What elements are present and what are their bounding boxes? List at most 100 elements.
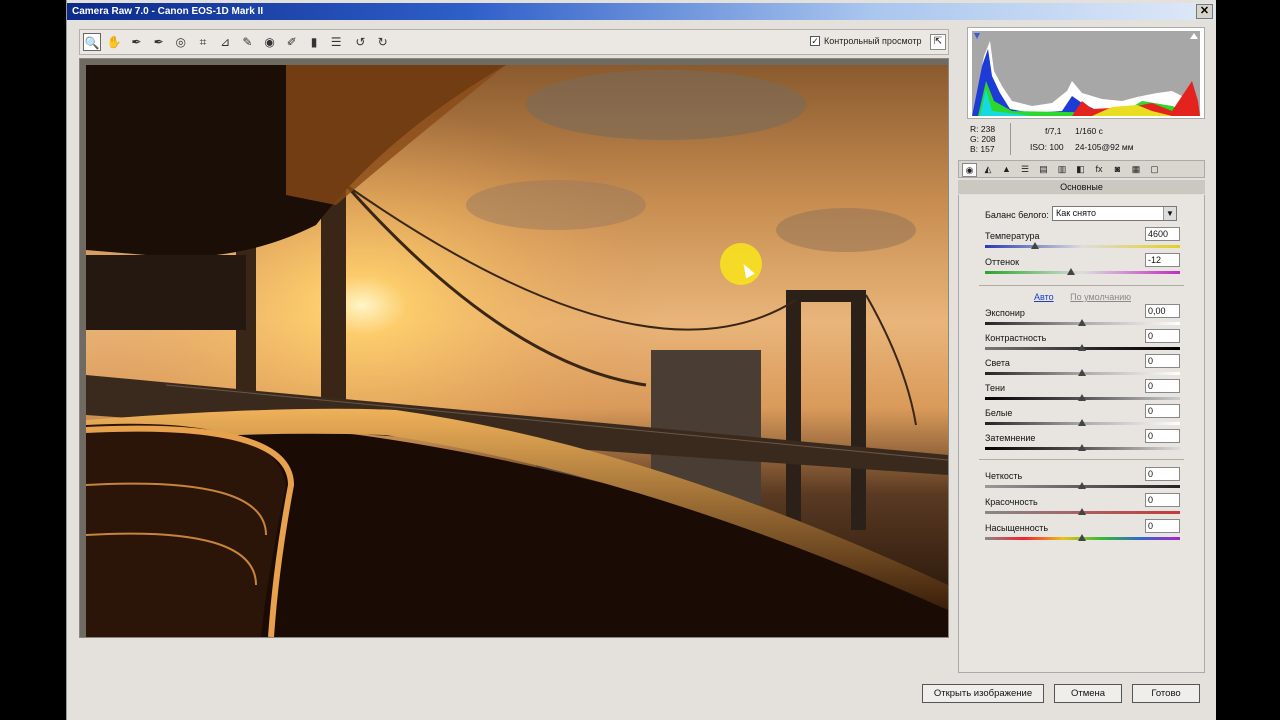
rotate-left-tool-icon[interactable]: ↺ [351,33,369,51]
b-label: B: [970,144,979,154]
tint-field[interactable]: -12 [1145,253,1180,267]
rotate-right-tool-icon[interactable]: ↻ [374,33,392,51]
crop-tool-icon[interactable]: ⌗ [194,33,212,51]
whites-field[interactable]: 0 [1145,404,1180,418]
lens-value: 24-105@92 мм [1075,142,1134,152]
chevron-down-icon[interactable]: ▼ [1163,207,1176,220]
shadows-label: Тени [985,383,1005,393]
zoom-tool-icon[interactable]: 🔍 [83,33,101,51]
contrast-field[interactable]: 0 [1145,329,1180,343]
hand-tool-icon[interactable]: ✋ [105,33,123,51]
r-value: 238 [980,124,996,134]
panel-tab-7-icon[interactable]: fx [1092,163,1107,177]
exposure-slider-thumb[interactable] [1078,319,1086,326]
preview-checkbox[interactable]: ✓ Контрольный просмотр [810,36,922,46]
rgb-readout: R: 238 G: 208 B: 157 [970,124,996,154]
window-titlebar: Camera Raw 7.0 - Canon EOS-1D Mark II ✕ [67,3,1215,20]
vibrance-label: Красочность [985,497,1038,507]
preferences-tool-icon[interactable]: ☰ [327,33,345,51]
shutter-value: 1/160 с [1075,126,1103,136]
whites-slider-thumb[interactable] [1078,419,1086,426]
target-adjust-tool-icon[interactable]: ◎ [172,33,190,51]
saturation-field[interactable]: 0 [1145,519,1180,533]
panel-tab-10-icon[interactable]: ▢ [1147,163,1162,177]
camera-raw-window: Camera Raw 7.0 - Canon EOS-1D Mark II ✕ … [66,0,1216,720]
highlights-slider-thumb[interactable] [1078,369,1086,376]
tint-row: Оттенок -12 [985,253,1180,283]
info-divider [1010,123,1011,155]
saturation-slider-thumb[interactable] [1078,534,1086,541]
contrast-slider-thumb[interactable] [1078,344,1086,351]
temperature-slider-track[interactable] [985,245,1180,248]
blacks-slider-thumb[interactable] [1078,444,1086,451]
exposure-label: Экспонир [985,308,1025,318]
panel-tab-8-icon[interactable]: ◙ [1110,163,1125,177]
blacks-row: Затемнение 0 [985,429,1180,459]
done-button[interactable]: Готово [1132,684,1200,703]
panel-tabs: ◉ ◭ ▲ ☰ ▤ ▥ ◧ fx ◙ ▦ ▢ [958,160,1205,178]
tint-label: Оттенок [985,257,1020,267]
tint-slider-track[interactable] [985,271,1180,274]
white-balance-tool-icon[interactable]: ✒ [127,33,145,51]
straighten-tool-icon[interactable]: ⊿ [216,33,234,51]
clarity-slider-thumb[interactable] [1078,482,1086,489]
vibrance-field[interactable]: 0 [1145,493,1180,507]
shadows-slider-thumb[interactable] [1078,394,1086,401]
g-value: 208 [981,134,996,144]
temperature-field[interactable]: 4600 [1145,227,1180,241]
auto-default-links: Авто По умолчанию [959,292,1206,302]
window-title: Camera Raw 7.0 - Canon EOS-1D Mark II [72,6,264,17]
auto-link[interactable]: Авто [1034,292,1054,302]
fullscreen-icon[interactable]: ⇱ [930,34,946,50]
cancel-button[interactable]: Отмена [1054,684,1122,703]
divider [979,285,1184,286]
preview-checkbox-box[interactable]: ✓ [810,36,820,46]
blacks-label: Затемнение [985,433,1036,443]
highlights-field[interactable]: 0 [1145,354,1180,368]
close-icon[interactable]: ✕ [1196,4,1213,19]
red-eye-tool-icon[interactable]: ◉ [261,33,279,51]
clarity-field[interactable]: 0 [1145,467,1180,481]
photo-preview[interactable] [86,65,948,637]
divider [979,459,1184,460]
basic-panel: Баланс белого: Как снято ▼ Температура 4… [958,195,1205,673]
open-image-button[interactable]: Открыть изображение [922,684,1044,703]
graduated-filter-tool-icon[interactable]: ▮ [305,33,323,51]
contrast-label: Контрастность [985,333,1047,343]
image-preview-frame [79,58,949,638]
panel-tab-5-icon[interactable]: ▥ [1055,163,1070,177]
color-sampler-tool-icon[interactable]: ✒ [150,33,168,51]
histogram-graph [972,31,1200,116]
histogram [967,27,1205,119]
panel-tab-0-icon[interactable]: ◉ [962,163,977,177]
image-info: R: 238 G: 208 B: 157 f/7,1 1/160 с ISO: … [970,123,1210,159]
bridge-photo [86,65,948,637]
temperature-slider-thumb[interactable] [1031,242,1039,249]
blacks-field[interactable]: 0 [1145,429,1180,443]
panel-tab-4-icon[interactable]: ▤ [1036,163,1051,177]
panel-tab-1-icon[interactable]: ◭ [981,163,996,177]
panel-tab-2-icon[interactable]: ▲ [999,163,1014,177]
shadows-field[interactable]: 0 [1145,379,1180,393]
spot-removal-tool-icon[interactable]: ✎ [238,33,256,51]
vibrance-slider-thumb[interactable] [1078,508,1086,515]
b-value: 157 [980,144,995,154]
g-label: G: [970,134,979,144]
white-balance-label: Баланс белого: [985,210,1049,220]
tool-bar: ✓ Контрольный просмотр ⇱ 🔍 ✋ ✒ ✒ ◎ ⌗ ⊿ ✎ ◉ ✐ ▮ ☰ ↺ ↻ [79,29,949,55]
r-label: R: [970,124,979,134]
highlights-label: Света [985,358,1010,368]
panel-tab-6-icon[interactable]: ◧ [1073,163,1088,177]
panel-tab-9-icon[interactable]: ▦ [1129,163,1144,177]
white-balance-select[interactable]: Как снято ▼ [1052,206,1177,221]
panel-title: Основные [958,180,1205,194]
saturation-label: Насыщенность [985,523,1049,533]
exposure-field[interactable]: 0,00 [1145,304,1180,318]
white-balance-value: Как снято [1056,208,1097,218]
preview-checkbox-label: Контрольный просмотр [824,36,922,46]
tint-slider-thumb[interactable] [1067,268,1075,275]
default-link[interactable]: По умолчанию [1070,292,1131,302]
panel-tab-3-icon[interactable]: ☰ [1018,163,1033,177]
adjustment-brush-tool-icon[interactable]: ✐ [283,33,301,51]
whites-label: Белые [985,408,1013,418]
